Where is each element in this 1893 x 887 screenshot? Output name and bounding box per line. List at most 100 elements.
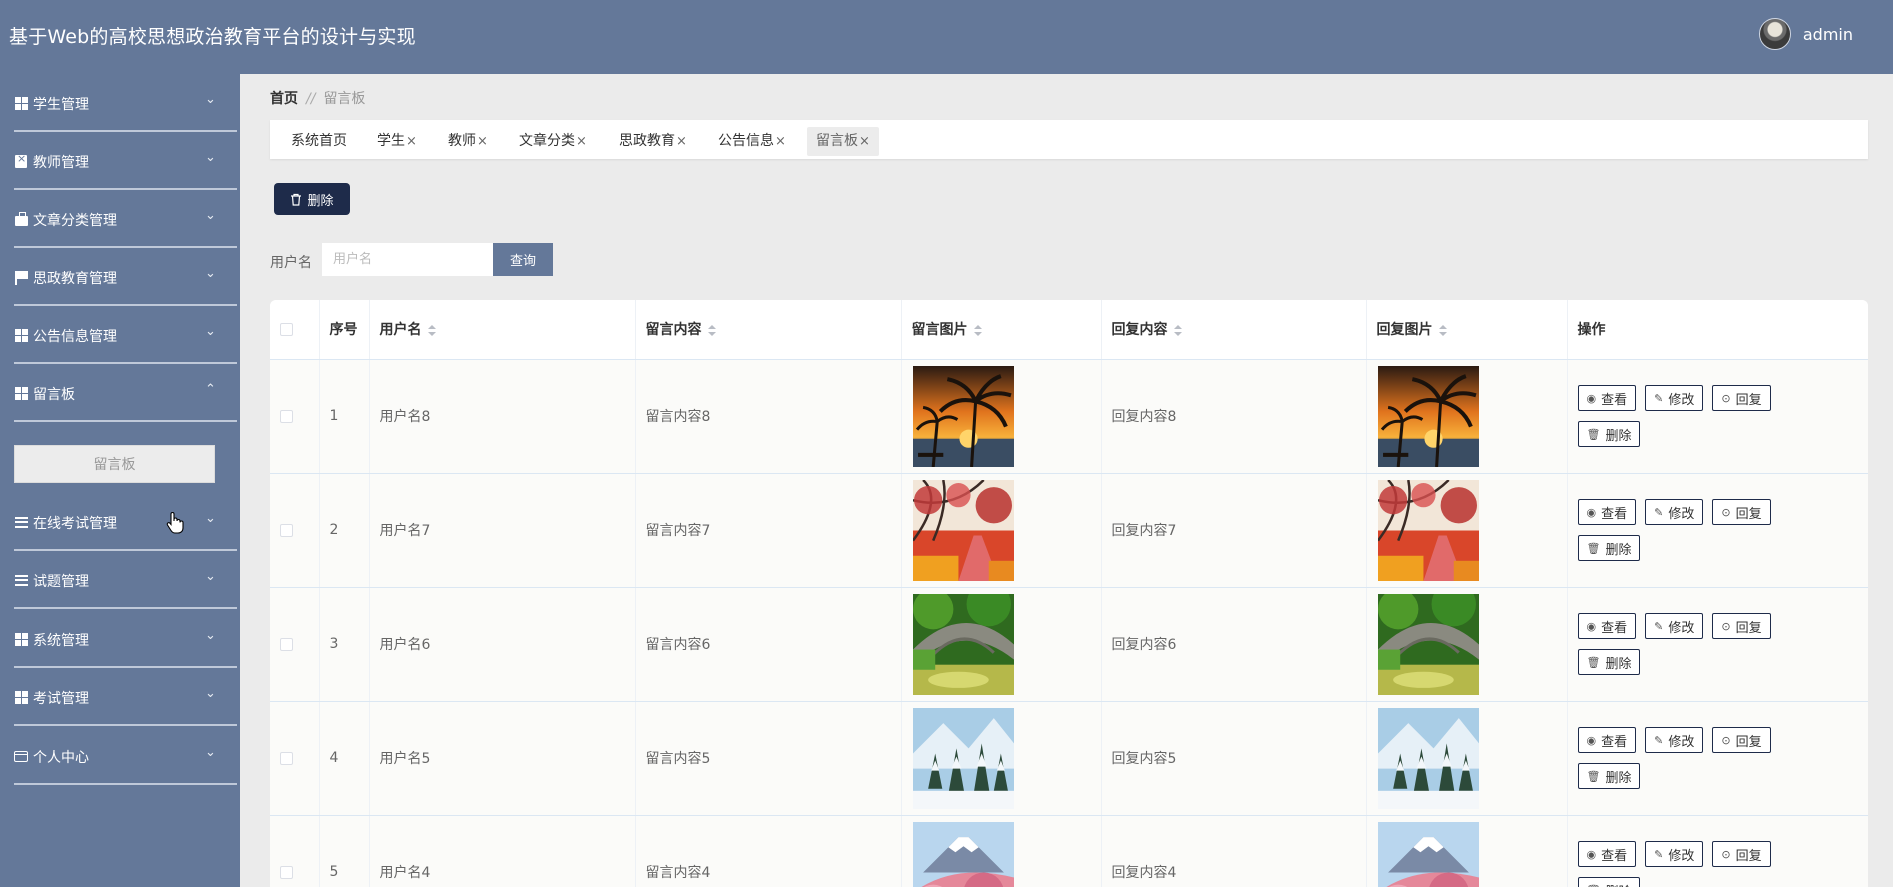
column-header-reply-image[interactable]: 回复图片 bbox=[1366, 300, 1568, 360]
row-checkbox[interactable] bbox=[280, 409, 293, 423]
reply-image[interactable] bbox=[1377, 479, 1567, 581]
tab-label: 留言板 bbox=[816, 133, 858, 149]
breadcrumb-home[interactable]: 首页 bbox=[270, 91, 298, 107]
tab-label: 公告信息 bbox=[718, 133, 774, 149]
view-button[interactable]: ◉ 查看 bbox=[1577, 727, 1637, 753]
reply-image-cell bbox=[1366, 473, 1568, 588]
column-header-content[interactable]: 留言内容 bbox=[635, 300, 902, 360]
reply-button[interactable]: ⊙ 回复 bbox=[1712, 727, 1771, 753]
sort-icon[interactable] bbox=[973, 324, 982, 336]
button-label: 查看 bbox=[1601, 620, 1628, 636]
button-label: 删除 bbox=[1605, 770, 1632, 786]
select-all-checkbox[interactable] bbox=[280, 322, 293, 336]
tab-message-board[interactable]: 留言板× bbox=[807, 127, 879, 156]
id-card-icon bbox=[14, 749, 28, 763]
button-label: 删除 bbox=[1605, 656, 1632, 672]
sidebar-item-article-category[interactable]: 文章分类管理 ⌄ bbox=[0, 190, 240, 248]
message-image[interactable] bbox=[912, 821, 1101, 887]
tab-label: 文章分类 bbox=[519, 133, 575, 149]
row-checkbox[interactable] bbox=[280, 637, 293, 651]
message-image[interactable] bbox=[912, 593, 1101, 695]
close-icon[interactable]: × bbox=[576, 134, 587, 149]
delete-button[interactable]: 🗑 删除 bbox=[1577, 649, 1641, 675]
sort-icon[interactable] bbox=[707, 324, 716, 336]
delete-button[interactable]: 🗑 删除 bbox=[1577, 877, 1641, 887]
sidebar-item-personal-center[interactable]: 个人中心 ⌄ bbox=[0, 727, 240, 785]
column-header-username[interactable]: 用户名 bbox=[369, 300, 636, 360]
edit-button[interactable]: ✎ 修改 bbox=[1645, 727, 1704, 753]
reply-button[interactable]: ⊙ 回复 bbox=[1712, 499, 1771, 525]
flag-icon bbox=[14, 270, 28, 285]
sidebar-item-politics-education[interactable]: 思政教育管理 ⌄ bbox=[0, 248, 240, 306]
close-icon[interactable]: × bbox=[859, 134, 870, 149]
chevron-down-icon: ⌄ bbox=[205, 92, 216, 107]
sidebar-item-announcement[interactable]: 公告信息管理 ⌄ bbox=[0, 306, 240, 364]
content-cell: 留言内容7 bbox=[635, 473, 902, 588]
sort-icon[interactable] bbox=[1173, 324, 1182, 336]
delete-button[interactable]: 🗑 删除 bbox=[1577, 535, 1641, 561]
avatar[interactable] bbox=[1758, 18, 1791, 50]
divider bbox=[14, 607, 237, 609]
tab-student[interactable]: 学生× bbox=[368, 127, 426, 156]
table-row: 5用户名4留言内容4 回复内容4 ◉ 查看 ✎ 修改 ⊙ 回复 🗑 删除 bbox=[270, 815, 1868, 887]
sidebar-item-message-board[interactable]: 留言板 ⌃ bbox=[0, 364, 240, 422]
tab-announcement[interactable]: 公告信息× bbox=[709, 127, 795, 156]
reply-image[interactable] bbox=[1377, 365, 1567, 467]
button-label: 查看 bbox=[1601, 734, 1628, 750]
row-checkbox[interactable] bbox=[280, 865, 293, 879]
sidebar-item-question-bank[interactable]: 试题管理 ⌄ bbox=[0, 551, 240, 609]
row-checkbox[interactable] bbox=[280, 523, 293, 537]
sort-icon[interactable] bbox=[427, 324, 436, 336]
view-button[interactable]: ◉ 查看 bbox=[1577, 499, 1637, 525]
column-header-reply[interactable]: 回复内容 bbox=[1101, 300, 1367, 360]
search-button[interactable]: 查询 bbox=[493, 243, 553, 276]
user-menu[interactable]: admin bbox=[1758, 18, 1853, 50]
reply-image[interactable] bbox=[1377, 707, 1567, 809]
content-cell: 留言内容4 bbox=[635, 815, 902, 887]
row-select-cell bbox=[270, 359, 320, 474]
sidebar-item-student-management[interactable]: 学生管理 ⌄ bbox=[0, 74, 240, 132]
breadcrumb: 首页 // 留言板 bbox=[270, 88, 365, 108]
username[interactable]: admin bbox=[1803, 25, 1853, 44]
reply-button[interactable]: ⊙ 回复 bbox=[1712, 841, 1771, 867]
edit-button[interactable]: ✎ 修改 bbox=[1645, 613, 1704, 639]
close-icon[interactable]: × bbox=[775, 134, 786, 149]
batch-delete-button[interactable]: 删除 bbox=[274, 183, 350, 215]
row-checkbox[interactable] bbox=[280, 751, 293, 765]
view-button[interactable]: ◉ 查看 bbox=[1577, 385, 1637, 411]
delete-button[interactable]: 🗑 删除 bbox=[1577, 421, 1641, 447]
edit-button[interactable]: ✎ 修改 bbox=[1645, 841, 1704, 867]
tab-teacher[interactable]: 教师× bbox=[439, 127, 497, 156]
view-button[interactable]: ◉ 查看 bbox=[1577, 841, 1637, 867]
view-button[interactable]: ◉ 查看 bbox=[1577, 613, 1637, 639]
sort-icon[interactable] bbox=[1438, 324, 1447, 336]
check-circle-icon: ⊙ bbox=[1721, 505, 1731, 519]
edit-button[interactable]: ✎ 修改 bbox=[1645, 385, 1704, 411]
message-image[interactable] bbox=[912, 479, 1101, 581]
sidebar-item-online-exam[interactable]: 在线考试管理 ⌄ bbox=[0, 493, 240, 551]
sidebar-item-system-management[interactable]: 系统管理 ⌄ bbox=[0, 610, 240, 668]
message-image[interactable] bbox=[912, 365, 1101, 467]
reply-button[interactable]: ⊙ 回复 bbox=[1712, 613, 1771, 639]
message-image[interactable] bbox=[912, 707, 1101, 809]
reply-image[interactable] bbox=[1377, 821, 1567, 887]
username-search-input[interactable] bbox=[322, 243, 493, 276]
tab-politics-education[interactable]: 思政教育× bbox=[610, 127, 696, 156]
edit-button[interactable]: ✎ 修改 bbox=[1645, 499, 1704, 525]
column-header-image[interactable]: 留言图片 bbox=[901, 300, 1102, 360]
reply-image[interactable] bbox=[1377, 593, 1567, 695]
tab-home[interactable]: 系统首页 bbox=[282, 127, 356, 156]
sidebar-item-exam-management[interactable]: 考试管理 ⌄ bbox=[0, 668, 240, 726]
edit-icon: ✎ bbox=[1654, 733, 1664, 747]
header-label: 序号 bbox=[329, 322, 358, 339]
username-cell: 用户名7 bbox=[369, 473, 636, 588]
close-icon[interactable]: × bbox=[676, 134, 687, 149]
tab-article-category[interactable]: 文章分类× bbox=[510, 127, 596, 156]
delete-button[interactable]: 🗑 删除 bbox=[1577, 763, 1641, 789]
chevron-down-icon: ⌄ bbox=[205, 569, 216, 584]
close-icon[interactable]: × bbox=[477, 134, 488, 149]
reply-button[interactable]: ⊙ 回复 bbox=[1712, 385, 1771, 411]
sidebar-item-teacher-management[interactable]: 教师管理 ⌄ bbox=[0, 132, 240, 190]
sidebar-subitem-message-board[interactable]: 留言板 bbox=[14, 445, 215, 483]
close-icon[interactable]: × bbox=[406, 134, 417, 149]
